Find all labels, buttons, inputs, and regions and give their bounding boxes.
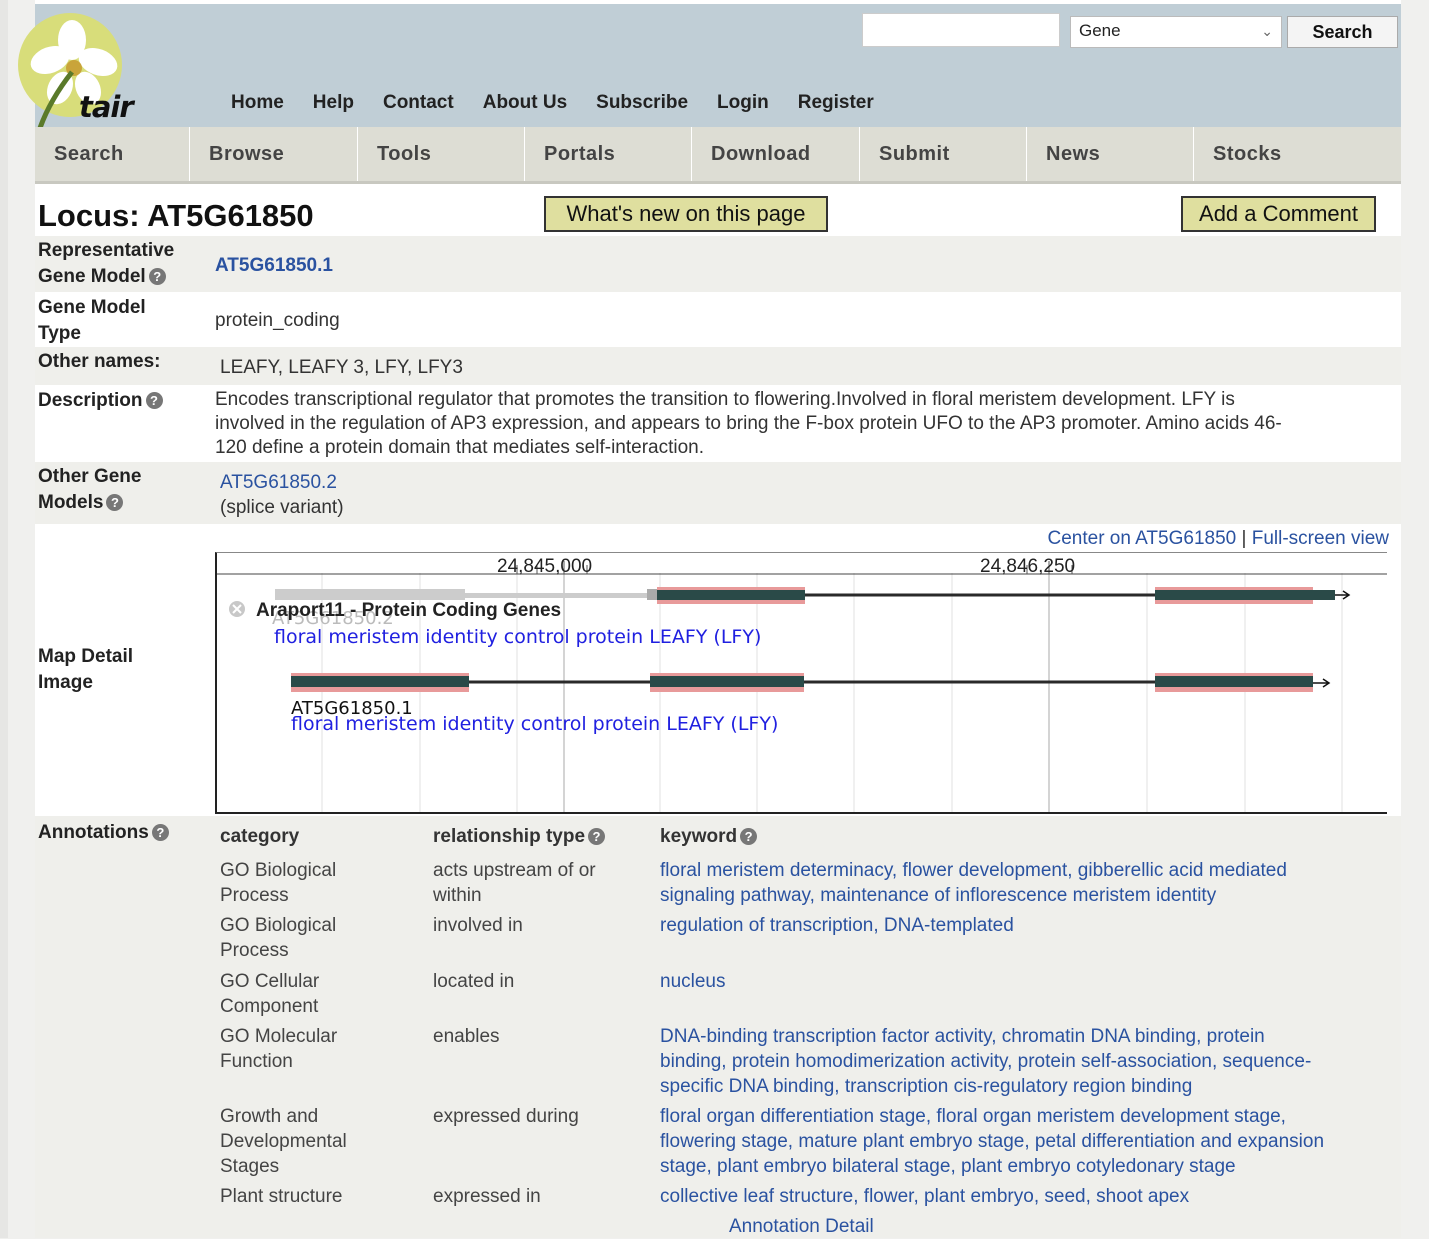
annotation-category: GO Biological Process xyxy=(220,860,337,906)
annotation-relationship: enables xyxy=(433,1026,500,1047)
model2-description[interactable]: floral meristem identity control protein… xyxy=(291,713,778,735)
strand-arrow-icon xyxy=(1313,678,1331,688)
column-header-keyword: keyword? xyxy=(660,826,758,848)
model2-exon xyxy=(1155,676,1313,687)
column-header-category: category xyxy=(220,826,300,847)
splice-variant-note: (splice variant) xyxy=(220,497,344,518)
annotation-relationship: involved in xyxy=(433,915,523,936)
other-model-link[interactable]: AT5G61850.2 xyxy=(220,470,344,495)
map-detail-label: Map Detail Image xyxy=(38,646,134,693)
search-input[interactable] xyxy=(862,13,1060,47)
model1-utr xyxy=(275,589,465,600)
menu-submit[interactable]: Submit xyxy=(860,127,1027,181)
nav-home[interactable]: Home xyxy=(231,92,284,114)
nav-register[interactable]: Register xyxy=(798,92,874,114)
other-models-value: AT5G61850.2 (splice variant) xyxy=(220,470,344,520)
other-models-label: Other Gene Models? xyxy=(38,466,142,513)
menu-browse[interactable]: Browse xyxy=(190,127,358,181)
row-description: Description? Encodes transcriptional reg… xyxy=(35,385,1401,462)
left-margin xyxy=(0,0,8,1238)
nav-help[interactable]: Help xyxy=(313,92,354,114)
gene-map-svg: 24,845,000 24,846,250 AT5G61850.2 Arapor… xyxy=(217,556,1387,812)
center-on-locus-link[interactable]: Center on AT5G61850 xyxy=(1048,528,1237,549)
menu-tools[interactable]: Tools xyxy=(358,127,525,181)
site-header: tair Gene ⌄ Search Home Help Contact Abo… xyxy=(18,4,1401,128)
rep-model-link[interactable]: AT5G61850.1 xyxy=(215,253,333,278)
annotation-category: Growth and Developmental Stages xyxy=(220,1106,347,1177)
model1-utr xyxy=(647,589,657,600)
help-icon[interactable]: ? xyxy=(151,824,169,841)
track-title: Araport11 - Protein Coding Genes xyxy=(256,600,561,621)
annotation-category: Plant structure xyxy=(220,1186,343,1207)
add-comment-button[interactable]: Add a Comment xyxy=(1181,196,1376,232)
menu-search[interactable]: Search xyxy=(35,127,190,181)
nav-subscribe[interactable]: Subscribe xyxy=(596,92,688,114)
nav-contact[interactable]: Contact xyxy=(383,92,454,114)
search-type-select[interactable]: Gene ⌄ xyxy=(1070,16,1282,48)
annotation-category: GO Cellular Component xyxy=(220,971,320,1017)
gene-map-viewer[interactable]: 24,845,000 24,846,250 AT5G61850.2 Arapor… xyxy=(215,552,1387,814)
gene-model-type-value: protein_coding xyxy=(215,310,340,331)
menu-stocks[interactable]: Stocks xyxy=(1194,127,1401,181)
annotation-category: GO Molecular Function xyxy=(220,1026,338,1072)
map-links: Center on AT5G61850 | Full-screen view xyxy=(1047,528,1390,549)
nav-login[interactable]: Login xyxy=(717,92,769,114)
model1-intron xyxy=(465,593,647,598)
page-title: Locus: AT5G61850 xyxy=(38,198,314,233)
menu-portals[interactable]: Portals xyxy=(525,127,692,181)
annotation-keywords[interactable]: nucleus xyxy=(660,969,726,994)
model1-exon xyxy=(657,590,805,600)
row-gene-model-type: Gene Model Type protein_coding xyxy=(35,292,1401,347)
rep-model-label: Representative Gene Model? xyxy=(38,240,175,287)
annotations-label: Annotations? xyxy=(38,820,169,846)
description-label: Description? xyxy=(38,388,163,414)
help-icon[interactable]: ? xyxy=(588,828,606,845)
annotation-keywords[interactable]: DNA-binding transcription factor activit… xyxy=(660,1024,1311,1099)
top-nav: Home Help Contact About Us Subscribe Log… xyxy=(231,92,903,114)
menu-news[interactable]: News xyxy=(1027,127,1194,181)
column-header-relationship: relationship type? xyxy=(433,826,606,848)
gene-model-type-label: Gene Model Type xyxy=(38,297,146,344)
main-nav: Search Browse Tools Portals Download Sub… xyxy=(35,127,1401,184)
menu-download[interactable]: Download xyxy=(692,127,860,181)
row-representative-model: Representative Gene Model? AT5G61850.1 xyxy=(35,236,1401,292)
search-type-value: Gene xyxy=(1079,21,1121,40)
annotation-keywords[interactable]: floral organ differentiation stage, flor… xyxy=(660,1104,1324,1179)
description-text: Encodes transcriptional regulator that p… xyxy=(215,389,1282,458)
annotation-relationship: acts upstream of or within xyxy=(433,860,596,906)
search-button[interactable]: Search xyxy=(1287,16,1398,48)
annotation-detail-link[interactable]: Annotation Detail xyxy=(729,1214,874,1239)
annotation-relationship: located in xyxy=(433,971,515,992)
ruler-label: 24,846,250 xyxy=(980,556,1075,577)
other-names-value: LEAFY, LEAFY 3, LFY, LFY3 xyxy=(220,357,463,378)
chevron-down-icon: ⌄ xyxy=(1261,23,1273,39)
full-screen-link[interactable]: Full-screen view xyxy=(1252,528,1389,549)
ruler-label: 24,845,000 xyxy=(497,556,592,577)
nav-about-us[interactable]: About Us xyxy=(483,92,567,114)
annotation-category: GO Biological Process xyxy=(220,915,337,961)
annotation-relationship: expressed in xyxy=(433,1186,541,1207)
help-icon[interactable]: ? xyxy=(106,494,124,511)
model1-exon xyxy=(1155,590,1335,600)
page: tair Gene ⌄ Search Home Help Contact Abo… xyxy=(18,0,1401,1239)
annotation-keywords[interactable]: collective leaf structure, flower, plant… xyxy=(660,1184,1189,1209)
model2-exon xyxy=(650,676,804,687)
logo-text: tair xyxy=(79,90,134,124)
row-other-names: Other names: LEAFY, LEAFY 3, LFY, LFY3 xyxy=(35,347,1401,385)
model2-exon xyxy=(291,676,469,687)
annotation-keywords[interactable]: floral meristem determinacy, flower deve… xyxy=(660,858,1287,908)
help-icon[interactable]: ? xyxy=(148,268,166,285)
help-icon[interactable]: ? xyxy=(145,392,163,409)
whats-new-button[interactable]: What's new on this page xyxy=(544,196,828,232)
other-names-label: Other names: xyxy=(38,351,161,372)
annotation-relationship: expressed during xyxy=(433,1106,579,1127)
model1-description[interactable]: floral meristem identity control protein… xyxy=(274,626,761,648)
help-icon[interactable]: ? xyxy=(740,828,758,845)
annotation-keywords[interactable]: regulation of transcription, DNA-templat… xyxy=(660,913,1014,938)
row-other-gene-models: Other Gene Models? AT5G61850.2 (splice v… xyxy=(35,462,1401,524)
